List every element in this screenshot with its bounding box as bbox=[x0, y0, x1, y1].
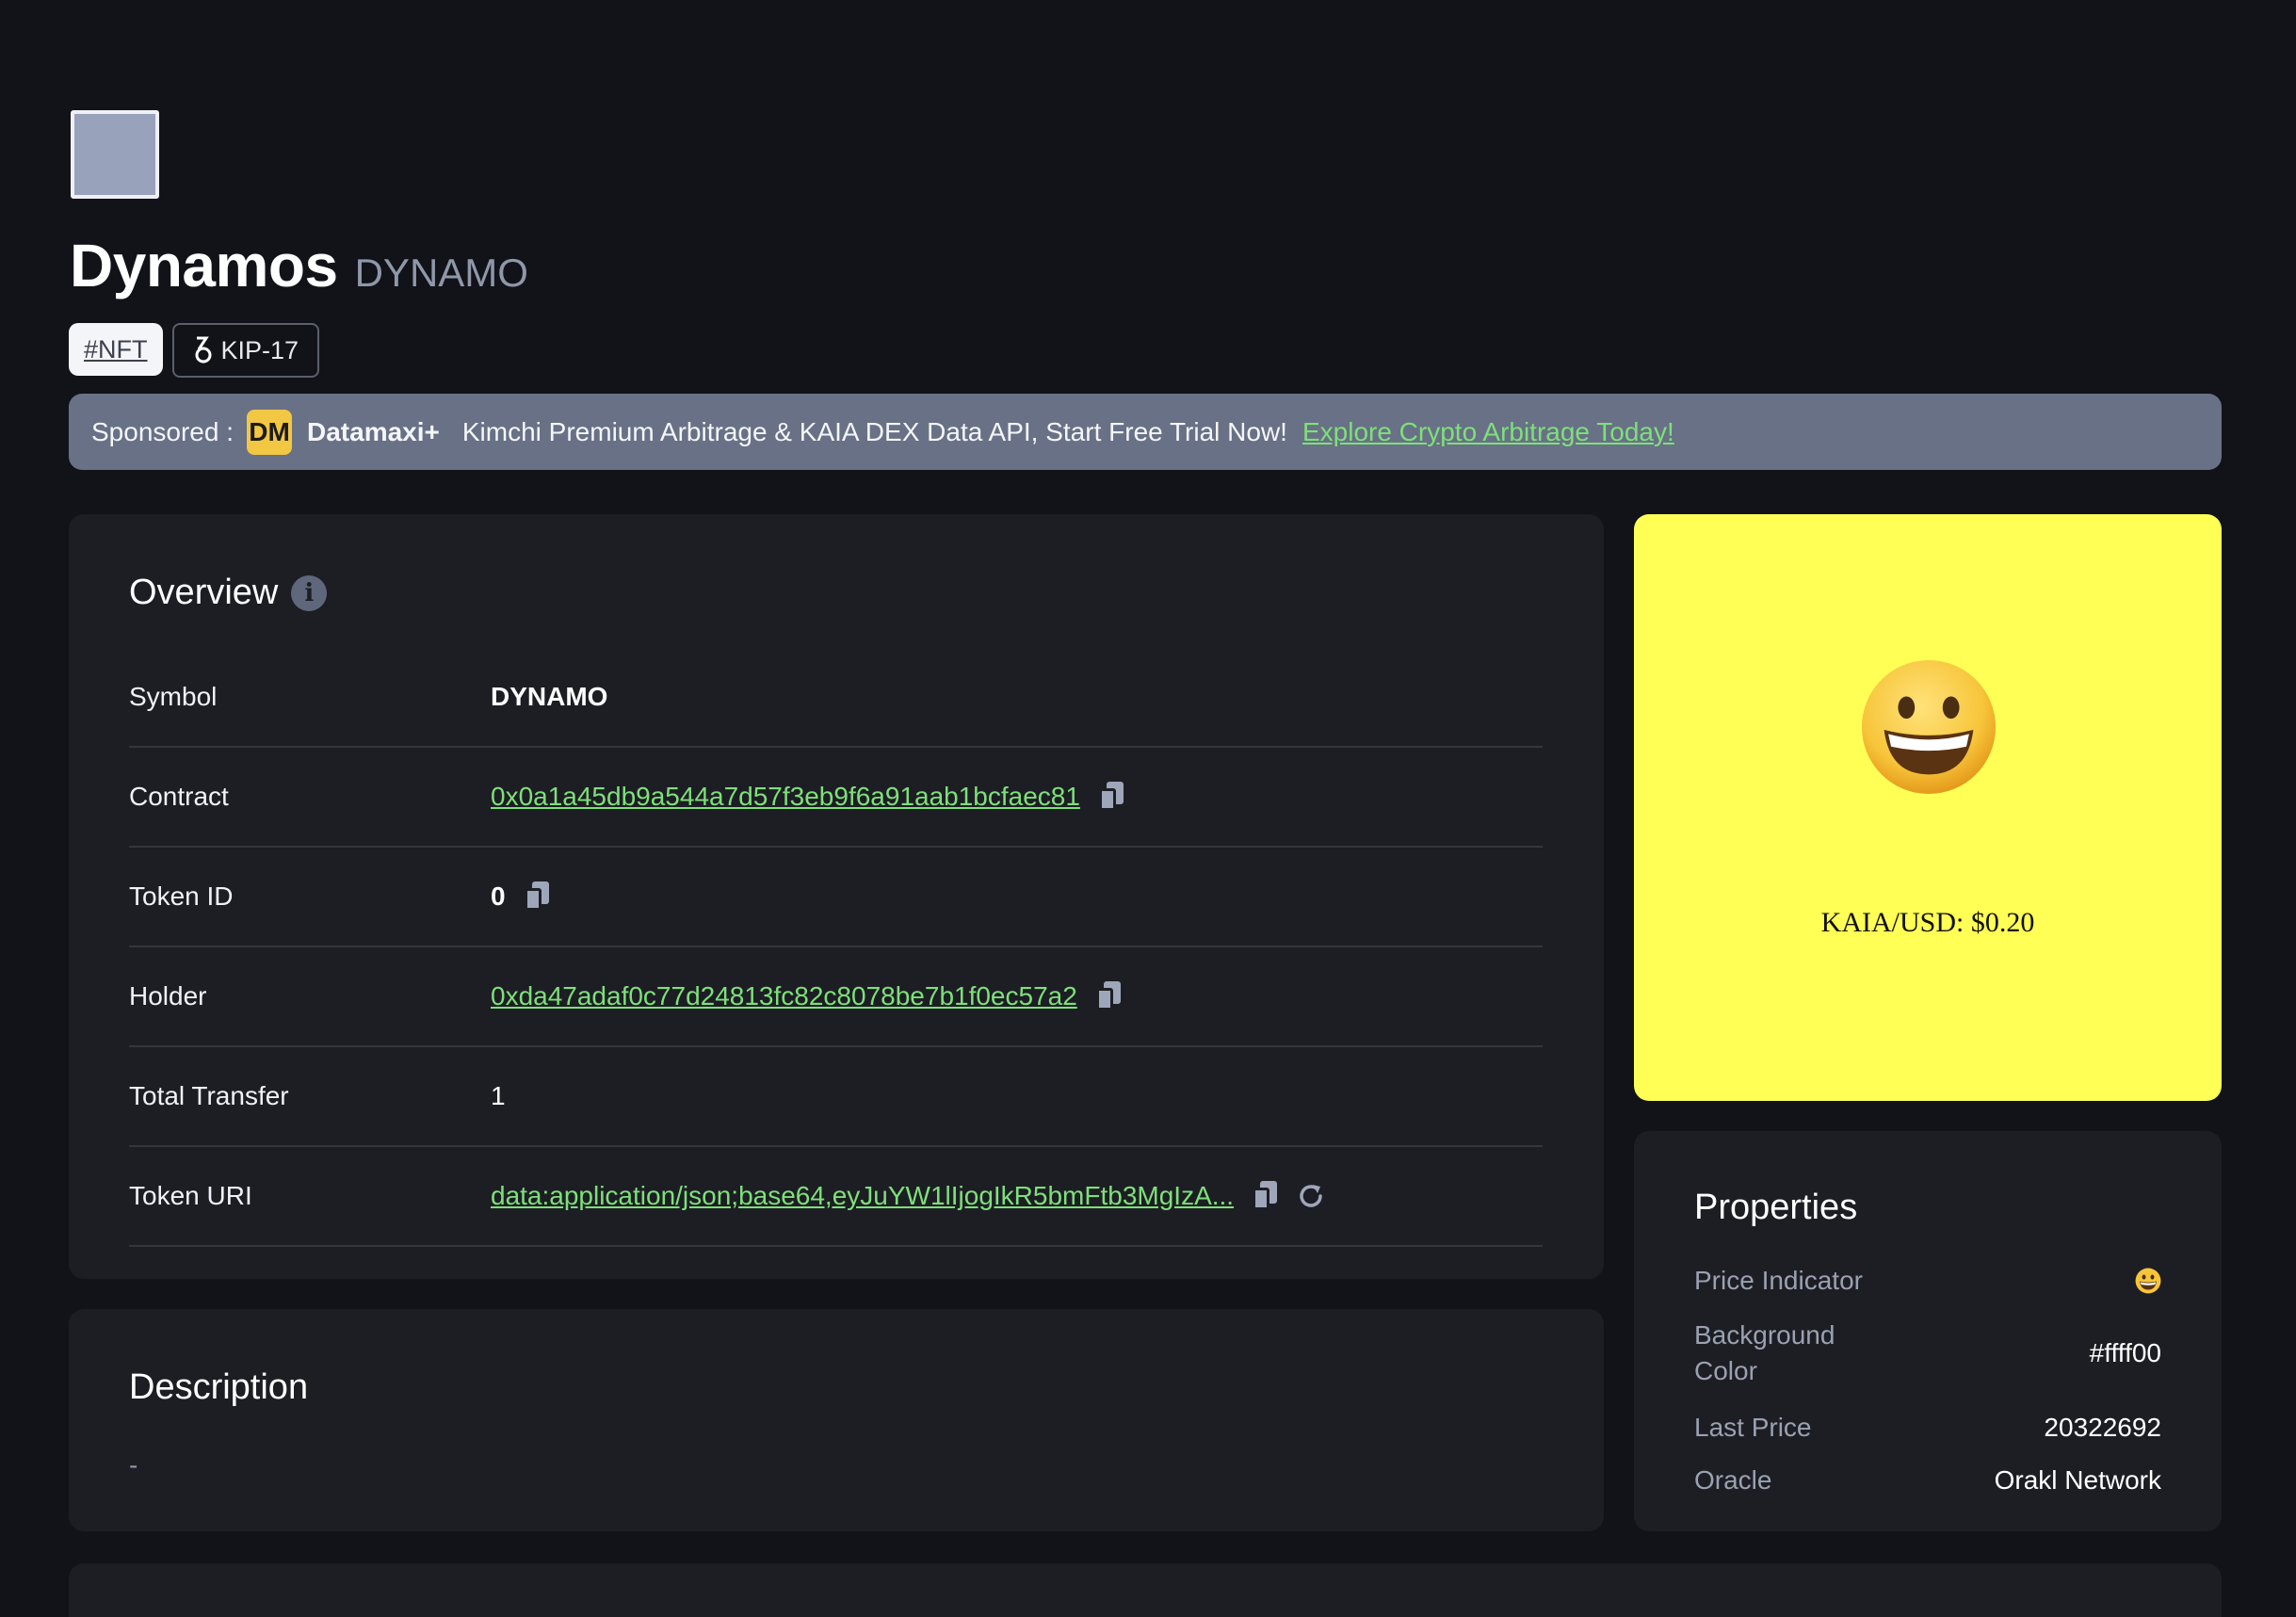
sponsored-banner: Sponsored : DM Datamaxi+ Kimchi Premium … bbox=[69, 394, 2222, 470]
property-row-last-price: Last Price 20322692 bbox=[1694, 1410, 2161, 1446]
property-label: Oracle bbox=[1694, 1465, 1772, 1495]
standard-tag: KIP-17 bbox=[171, 323, 320, 378]
property-value: Orakl Network bbox=[1994, 1465, 2161, 1495]
properties-card: Properties Price Indicator Background Co… bbox=[1634, 1131, 2222, 1531]
token-id-value: 0 bbox=[491, 881, 506, 911]
property-row-price-indicator: Price Indicator bbox=[1694, 1263, 2161, 1299]
sponsor-link[interactable]: Explore Crypto Arbitrage Today! bbox=[1302, 417, 1674, 447]
token-uri-group: data:application/json;base64,eyJuYW1lIjo… bbox=[491, 1181, 1326, 1211]
overview-row-total-transfer: Total Transfer 1 bbox=[129, 1047, 1543, 1147]
copy-icon[interactable] bbox=[1097, 782, 1125, 812]
holder-address-link[interactable]: 0xda47adaf0c77d24813fc82c8078be7b1f0ec57… bbox=[491, 981, 1077, 1011]
property-label: Price Indicator bbox=[1694, 1266, 1863, 1295]
datamaxi-logo: DM bbox=[247, 409, 292, 455]
copy-icon[interactable] bbox=[1094, 981, 1123, 1011]
overview-heading: Overview i bbox=[129, 573, 328, 613]
preview-price-text: KAIA/USD: $0.20 bbox=[1820, 907, 2035, 938]
grinning-face-icon bbox=[1861, 659, 1997, 795]
title-row: Dynamos DYNAMO bbox=[70, 231, 528, 306]
description-value: - bbox=[129, 1450, 138, 1480]
row-label: Contract bbox=[129, 782, 229, 811]
grinning-face-icon bbox=[2135, 1268, 2161, 1294]
description-card: Description - bbox=[69, 1309, 1604, 1531]
total-transfer-value: 1 bbox=[491, 1081, 506, 1110]
contract-address-link[interactable]: 0x0a1a45db9a544a7d57f3eb9f6a91aab1bcfaec… bbox=[491, 782, 1080, 812]
standard-tag-label: KIP-17 bbox=[220, 335, 299, 364]
symbol-value: DYNAMO bbox=[491, 682, 608, 711]
overview-card: Overview i Symbol DYNAMO Contract 0x0a1a… bbox=[69, 514, 1604, 1279]
overview-row-contract: Contract 0x0a1a45db9a544a7d57f3eb9f6a91a… bbox=[129, 748, 1543, 848]
row-label: Symbol bbox=[129, 682, 218, 711]
row-label: Holder bbox=[129, 981, 207, 1011]
row-label: Token ID bbox=[129, 881, 234, 911]
token-image bbox=[71, 110, 159, 199]
property-row-oracle: Oracle Orakl Network bbox=[1694, 1463, 2161, 1498]
property-row-background-color: Background Color #ffff00 bbox=[1694, 1318, 2161, 1389]
properties-title: Properties bbox=[1694, 1188, 1858, 1227]
info-icon[interactable]: i bbox=[291, 574, 328, 611]
overview-row-token-id: Token ID 0 bbox=[129, 848, 1543, 947]
nft-preview: KAIA/USD: $0.20 bbox=[1634, 514, 2222, 1101]
property-label: Background Color bbox=[1694, 1320, 1835, 1385]
contract-value-group: 0x0a1a45db9a544a7d57f3eb9f6a91aab1bcfaec… bbox=[491, 782, 1125, 812]
overview-title: Overview bbox=[129, 573, 279, 612]
overview-row-token-uri: Token URI data:application/json;base64,e… bbox=[129, 1147, 1543, 1247]
property-value: 20322692 bbox=[2044, 1413, 2161, 1442]
overview-row-symbol: Symbol DYNAMO bbox=[129, 648, 1543, 748]
nft-tag[interactable]: #NFT bbox=[69, 323, 163, 376]
token-uri-link[interactable]: data:application/json;base64,eyJuYW1lIjo… bbox=[491, 1181, 1234, 1211]
token-page: Dynamos DYNAMO #NFT KIP-17 Sponsored : D… bbox=[0, 0, 2296, 1617]
copy-icon[interactable] bbox=[1251, 1181, 1279, 1211]
sponsor-message: Kimchi Premium Arbitrage & KAIA DEX Data… bbox=[461, 416, 1287, 446]
token-symbol: DYNAMO bbox=[354, 251, 528, 295]
sponsored-label: Sponsored : bbox=[91, 416, 234, 446]
refresh-icon[interactable] bbox=[1296, 1181, 1326, 1211]
token-standard-icon bbox=[195, 336, 211, 364]
property-label: Last Price bbox=[1694, 1413, 1812, 1442]
property-value: #ffff00 bbox=[2089, 1338, 2161, 1367]
description-title: Description bbox=[129, 1367, 309, 1407]
row-label: Total Transfer bbox=[129, 1081, 289, 1110]
copy-icon[interactable] bbox=[523, 881, 551, 912]
next-section-card bbox=[69, 1563, 2222, 1617]
holder-value-group: 0xda47adaf0c77d24813fc82c8078be7b1f0ec57… bbox=[491, 981, 1123, 1011]
sponsor-brand: Datamaxi+ bbox=[307, 416, 440, 446]
page-title: Dynamos bbox=[70, 232, 338, 299]
token-id-group: 0 bbox=[491, 881, 551, 912]
overview-row-holder: Holder 0xda47adaf0c77d24813fc82c8078be7b… bbox=[129, 947, 1543, 1047]
tag-list: #NFT KIP-17 bbox=[69, 323, 320, 378]
row-label: Token URI bbox=[129, 1181, 252, 1210]
